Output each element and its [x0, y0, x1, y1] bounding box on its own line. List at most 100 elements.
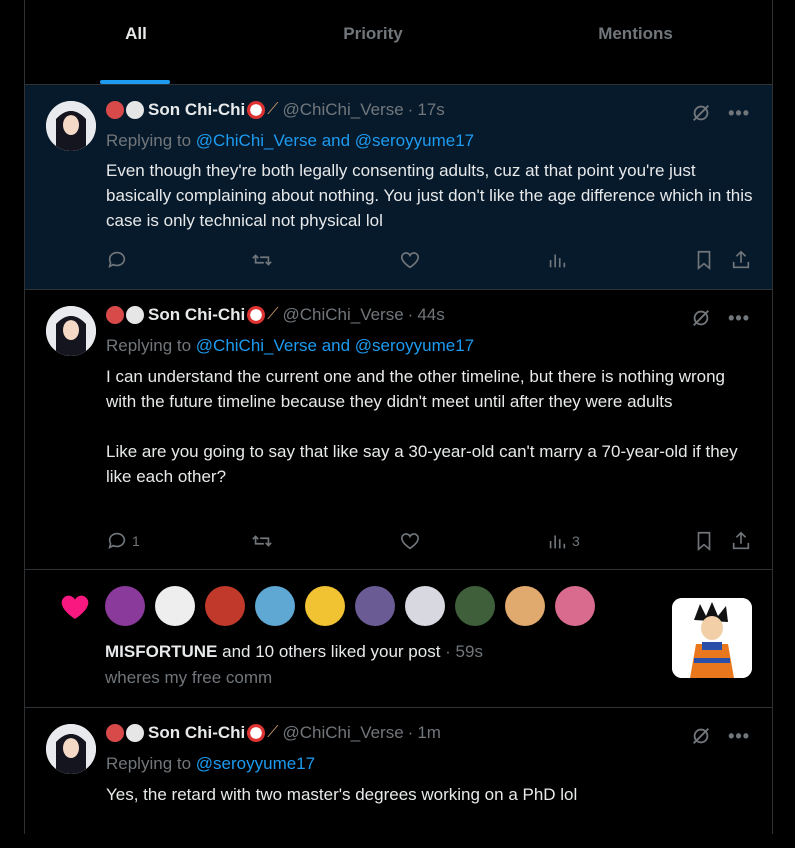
plate-emoji-icon	[126, 101, 144, 119]
timestamp[interactable]: 44s	[417, 305, 444, 325]
replying-to: Replying to @seroyyume17	[106, 754, 315, 774]
rice-bowl-emoji-icon	[247, 306, 266, 324]
handle[interactable]: @ChiChi_Verse	[282, 100, 403, 120]
avatar[interactable]	[155, 586, 195, 626]
post-text: Even though they're both legally consent…	[106, 161, 753, 230]
like-button[interactable]	[399, 530, 421, 552]
tab-mentions[interactable]: Mentions	[499, 0, 772, 84]
chopsticks-emoji-icon: ⟋	[267, 101, 279, 118]
replying-to-links[interactable]: @ChiChi_Verse and @seroyyume17	[196, 131, 474, 150]
bookmark-icon	[697, 531, 711, 552]
steak-emoji-icon	[106, 101, 124, 119]
timestamp[interactable]: 17s	[417, 100, 444, 120]
separator-dot: ·	[407, 305, 414, 324]
more-icon[interactable]: •••	[728, 103, 750, 124]
bookmark-button[interactable]	[693, 530, 715, 552]
repost-icon	[252, 254, 272, 266]
rice-bowl-emoji-icon	[247, 101, 266, 119]
bookmark-button[interactable]	[693, 249, 715, 271]
tab-mentions-label: Mentions	[598, 24, 673, 43]
reply-button[interactable]: 1	[106, 530, 140, 552]
share-button[interactable]	[730, 530, 752, 552]
avatar[interactable]	[46, 724, 96, 774]
grok-icon[interactable]	[690, 102, 712, 124]
chopsticks-emoji-icon: ⟋	[267, 724, 279, 741]
reply-post[interactable]: Son Chi-Chi ⟋ @ChiChi_Verse · 1m ••• Rep…	[25, 708, 772, 848]
avatar[interactable]	[555, 586, 595, 626]
reply-icon	[108, 532, 126, 549]
avatar[interactable]	[255, 586, 295, 626]
separator-dot: ·	[445, 642, 456, 661]
reply-button[interactable]	[106, 249, 132, 271]
views-button[interactable]	[546, 249, 572, 271]
replying-to-links[interactable]: @ChiChi_Verse and @seroyyume17	[196, 336, 474, 355]
post-top-icons: •••	[690, 725, 750, 747]
active-tab-indicator	[100, 80, 170, 84]
more-icon[interactable]: •••	[728, 726, 750, 747]
share-button[interactable]	[730, 249, 752, 271]
like-notification[interactable]: MISFORTUNE and 10 others liked your post…	[25, 570, 772, 708]
avatar[interactable]	[305, 586, 345, 626]
post-text: Yes, the retard with two master's degree…	[106, 785, 578, 804]
repost-button[interactable]	[251, 249, 273, 271]
tab-bar: All Priority Mentions	[25, 0, 772, 85]
grok-icon[interactable]	[690, 307, 712, 329]
share-icon	[732, 531, 750, 550]
handle[interactable]: @ChiChi_Verse	[282, 723, 403, 743]
separator-dot: ·	[407, 100, 414, 119]
post-header: Son Chi-Chi ⟋ @ChiChi_Verse · 44s	[106, 305, 445, 325]
reply-count: 1	[132, 533, 140, 549]
display-name[interactable]: Son Chi-Chi	[148, 305, 245, 325]
notifications-column: All Priority Mentions Son Chi-Chi ⟋ @Chi…	[24, 0, 773, 834]
liked-post-preview: wheres my free comm	[105, 668, 273, 687]
post-thumbnail[interactable]	[672, 598, 752, 678]
avatar[interactable]	[46, 101, 96, 151]
replying-to-prefix: Replying to	[106, 754, 196, 773]
action-bar	[106, 249, 752, 271]
display-name[interactable]: Son Chi-Chi	[148, 723, 245, 743]
repost-icon	[252, 535, 272, 547]
liker-avatars	[105, 586, 595, 626]
plate-emoji-icon	[126, 724, 144, 742]
reply-post[interactable]: Son Chi-Chi ⟋ @ChiChi_Verse · 17s ••• Re…	[25, 85, 772, 290]
avatar[interactable]	[205, 586, 245, 626]
replying-to-prefix: Replying to	[106, 131, 196, 150]
post-top-icons: •••	[690, 102, 750, 124]
grok-icon[interactable]	[690, 725, 712, 747]
views-button[interactable]: 3	[546, 530, 580, 552]
timestamp: 59s	[455, 642, 483, 661]
liked-heart-icon	[61, 595, 89, 619]
chopsticks-emoji-icon: ⟋	[267, 306, 279, 323]
action-bar: 1 3	[106, 530, 752, 552]
like-button[interactable]	[399, 249, 421, 271]
replying-to: Replying to @ChiChi_Verse and @seroyyume…	[106, 131, 474, 151]
bookmark-icon	[697, 250, 711, 271]
heart-icon	[400, 252, 420, 269]
replying-to-links[interactable]: @seroyyume17	[196, 754, 315, 773]
actor-name[interactable]: MISFORTUNE	[105, 642, 217, 661]
post-header: Son Chi-Chi ⟋ @ChiChi_Verse · 17s	[106, 100, 445, 120]
tab-all[interactable]: All	[25, 0, 247, 84]
more-icon[interactable]: •••	[728, 308, 750, 329]
avatar[interactable]	[355, 586, 395, 626]
handle[interactable]: @ChiChi_Verse	[282, 305, 403, 325]
tab-all-label: All	[125, 24, 147, 43]
heart-icon	[400, 533, 420, 550]
post-text: I can understand the current one and the…	[106, 367, 738, 486]
reply-post[interactable]: Son Chi-Chi ⟋ @ChiChi_Verse · 44s ••• Re…	[25, 290, 772, 570]
timestamp[interactable]: 1m	[417, 723, 441, 743]
reply-icon	[108, 251, 126, 268]
repost-button[interactable]	[251, 530, 273, 552]
avatar[interactable]	[405, 586, 445, 626]
avatar[interactable]	[46, 306, 96, 356]
display-name[interactable]: Son Chi-Chi	[148, 100, 245, 120]
avatar[interactable]	[505, 586, 545, 626]
steak-emoji-icon	[106, 306, 124, 324]
share-icon	[732, 250, 750, 269]
tab-priority[interactable]: Priority	[247, 0, 499, 84]
steak-emoji-icon	[106, 724, 124, 742]
avatar[interactable]	[455, 586, 495, 626]
avatar[interactable]	[105, 586, 145, 626]
replying-to-prefix: Replying to	[106, 336, 196, 355]
views-count: 3	[572, 533, 580, 549]
